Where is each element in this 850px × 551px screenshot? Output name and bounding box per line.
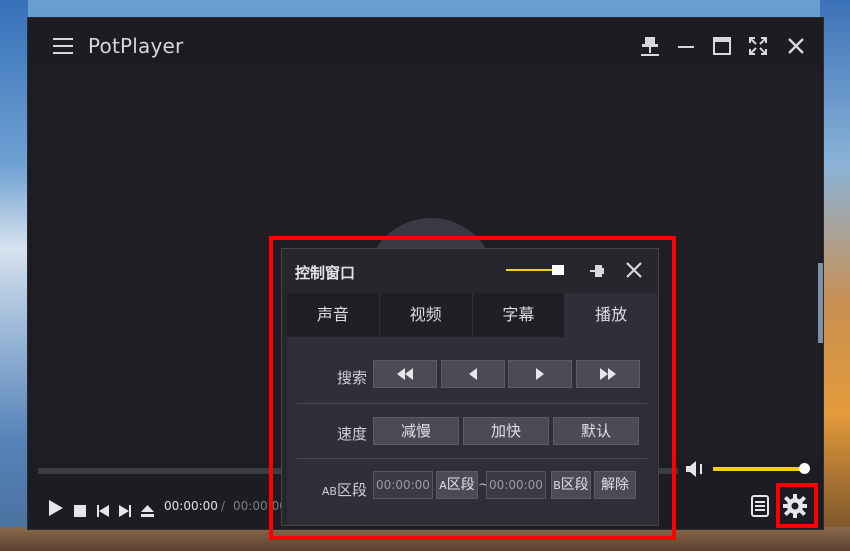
control-panel: 声音 视频 字幕 播放 搜索 速度 减慢 加快 默认 AB区段 00:00:00… [287,293,657,525]
title-bar[interactable]: PotPlayer [28,18,823,68]
b-point-time[interactable]: 00:00:00 [486,471,546,499]
seek-label: 搜索 [336,369,367,387]
pin-icon[interactable] [587,261,607,281]
control-window: 控制窗口 声音 视频 字幕 播放 搜索 速度 减慢 加快 默认 AB区段 00:… [281,248,659,526]
ab-repeat-label-text: 区段 [336,481,367,499]
volume-icon[interactable] [685,460,707,478]
minimize-icon[interactable] [674,34,698,58]
app-title: PotPlayer [88,34,184,58]
play-icon[interactable] [48,499,64,517]
control-window-title: 控制窗口 [295,264,356,282]
a-point-button-prefix: A [439,479,447,492]
volume-slider-knob[interactable] [799,463,810,474]
pin-on-top-icon[interactable] [638,34,662,58]
next-icon[interactable] [119,502,131,520]
b-point-button-prefix: B [553,479,561,492]
default-speed-button[interactable]: 默认 [553,417,639,445]
a-point-button-text: 区段 [446,477,475,493]
step-forward-icon [536,368,544,380]
desktop-background-left [0,0,28,551]
b-point-button-text: 区段 [560,477,589,493]
tab-audio[interactable]: 声音 [287,293,380,337]
total-time: 00:00:00 [233,499,287,513]
fast-forward-icon [600,368,616,380]
current-time: 00:00:00 [164,499,218,513]
seek-forward-button[interactable] [508,360,572,388]
ab-repeat-label: AB区段 [297,479,367,500]
settings-gear-icon[interactable] [782,493,808,519]
fullscreen-icon[interactable] [746,34,770,58]
set-a-point-button[interactable]: A区段 [436,471,478,499]
volume-slider[interactable] [713,467,803,471]
a-point-time[interactable]: 00:00:00 [373,471,433,499]
seek-backward-button[interactable] [441,360,505,388]
ab-repeat-label-prefix: AB [321,485,337,498]
playlist-icon[interactable] [751,495,769,517]
close-icon[interactable] [624,260,644,280]
speed-label: 速度 [336,425,367,443]
maximize-icon[interactable] [710,34,734,58]
desktop-background-bottom [0,527,850,551]
speed-up-button[interactable]: 加快 [463,417,549,445]
divider [297,403,647,404]
eject-icon[interactable] [141,502,154,520]
opacity-slider-knob[interactable] [552,265,564,275]
tab-playback[interactable]: 播放 [565,293,657,337]
close-icon[interactable] [784,34,808,58]
tab-subtitle[interactable]: 字幕 [472,293,566,337]
seek-fast-forward-button[interactable] [576,360,640,388]
previous-icon[interactable] [97,502,109,520]
desktop-background-right [820,0,850,551]
set-b-point-button[interactable]: B区段 [551,471,591,499]
menu-icon[interactable] [53,38,73,54]
tab-bar: 声音 视频 字幕 播放 [287,293,657,337]
seek-fast-backward-button[interactable] [373,360,437,388]
divider [297,458,647,459]
clear-ab-button[interactable]: 解除 [594,471,636,499]
time-separator: / [221,499,226,513]
slow-down-button[interactable]: 减慢 [373,417,459,445]
side-panel-handle[interactable] [818,263,823,343]
tab-video[interactable]: 视频 [379,293,473,337]
fast-rewind-icon [397,368,413,380]
step-back-icon [469,368,477,380]
stop-icon[interactable] [74,502,86,520]
opacity-slider[interactable] [506,269,556,271]
